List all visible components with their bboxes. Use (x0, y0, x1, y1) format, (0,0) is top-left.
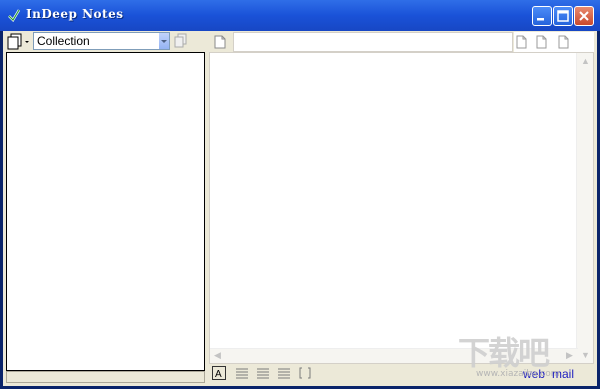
page-icon[interactable] (536, 35, 548, 49)
scroll-up-arrow-icon[interactable]: ▲ (581, 57, 590, 66)
note-actions (514, 32, 594, 52)
note-title-input[interactable] (233, 32, 513, 52)
align-center-icon[interactable] (256, 366, 270, 380)
fullscreen-icon[interactable] (298, 366, 312, 380)
close-button[interactable] (574, 6, 594, 26)
checkmark-app-icon (8, 9, 21, 22)
window-title: InDeep Notes (26, 7, 124, 21)
note-icon-button[interactable] (213, 34, 227, 50)
svg-text:A: A (215, 369, 222, 380)
watermark-url: www.xiazaiba.com (476, 369, 560, 379)
minimize-icon (537, 18, 544, 21)
close-icon (579, 11, 589, 21)
minimize-button[interactable] (532, 6, 552, 26)
vertical-scrollbar[interactable]: ▲ ▼ (576, 53, 593, 363)
chevron-down-icon (161, 40, 167, 43)
new-document-icon (7, 33, 29, 50)
left-toolbar: Collection (3, 31, 206, 53)
align-right-icon[interactable] (277, 366, 291, 380)
page-icon[interactable] (516, 35, 528, 49)
title-bar[interactable]: InDeep Notes (0, 0, 600, 31)
dropdown-arrow-button[interactable] (159, 33, 169, 49)
collection-select[interactable]: Collection (33, 32, 170, 50)
collection-select-value: Collection (37, 34, 90, 48)
maximize-icon (557, 10, 569, 22)
copy-icon (174, 33, 187, 48)
copy-collection-button[interactable] (173, 33, 189, 49)
font-icon[interactable]: A (212, 366, 226, 380)
right-toolbar (209, 32, 594, 52)
page-icon[interactable] (558, 35, 570, 49)
maximize-button[interactable] (553, 6, 573, 26)
new-note-dropdown-button[interactable] (6, 33, 32, 51)
page-icon (214, 35, 226, 49)
left-status-bar (6, 371, 205, 383)
align-left-icon[interactable] (235, 366, 249, 380)
notes-list[interactable] (6, 52, 205, 371)
scroll-left-arrow-icon[interactable]: ◀ (214, 351, 221, 360)
note-editor[interactable]: ▲ ▼ ◀ ▶ (209, 52, 594, 364)
